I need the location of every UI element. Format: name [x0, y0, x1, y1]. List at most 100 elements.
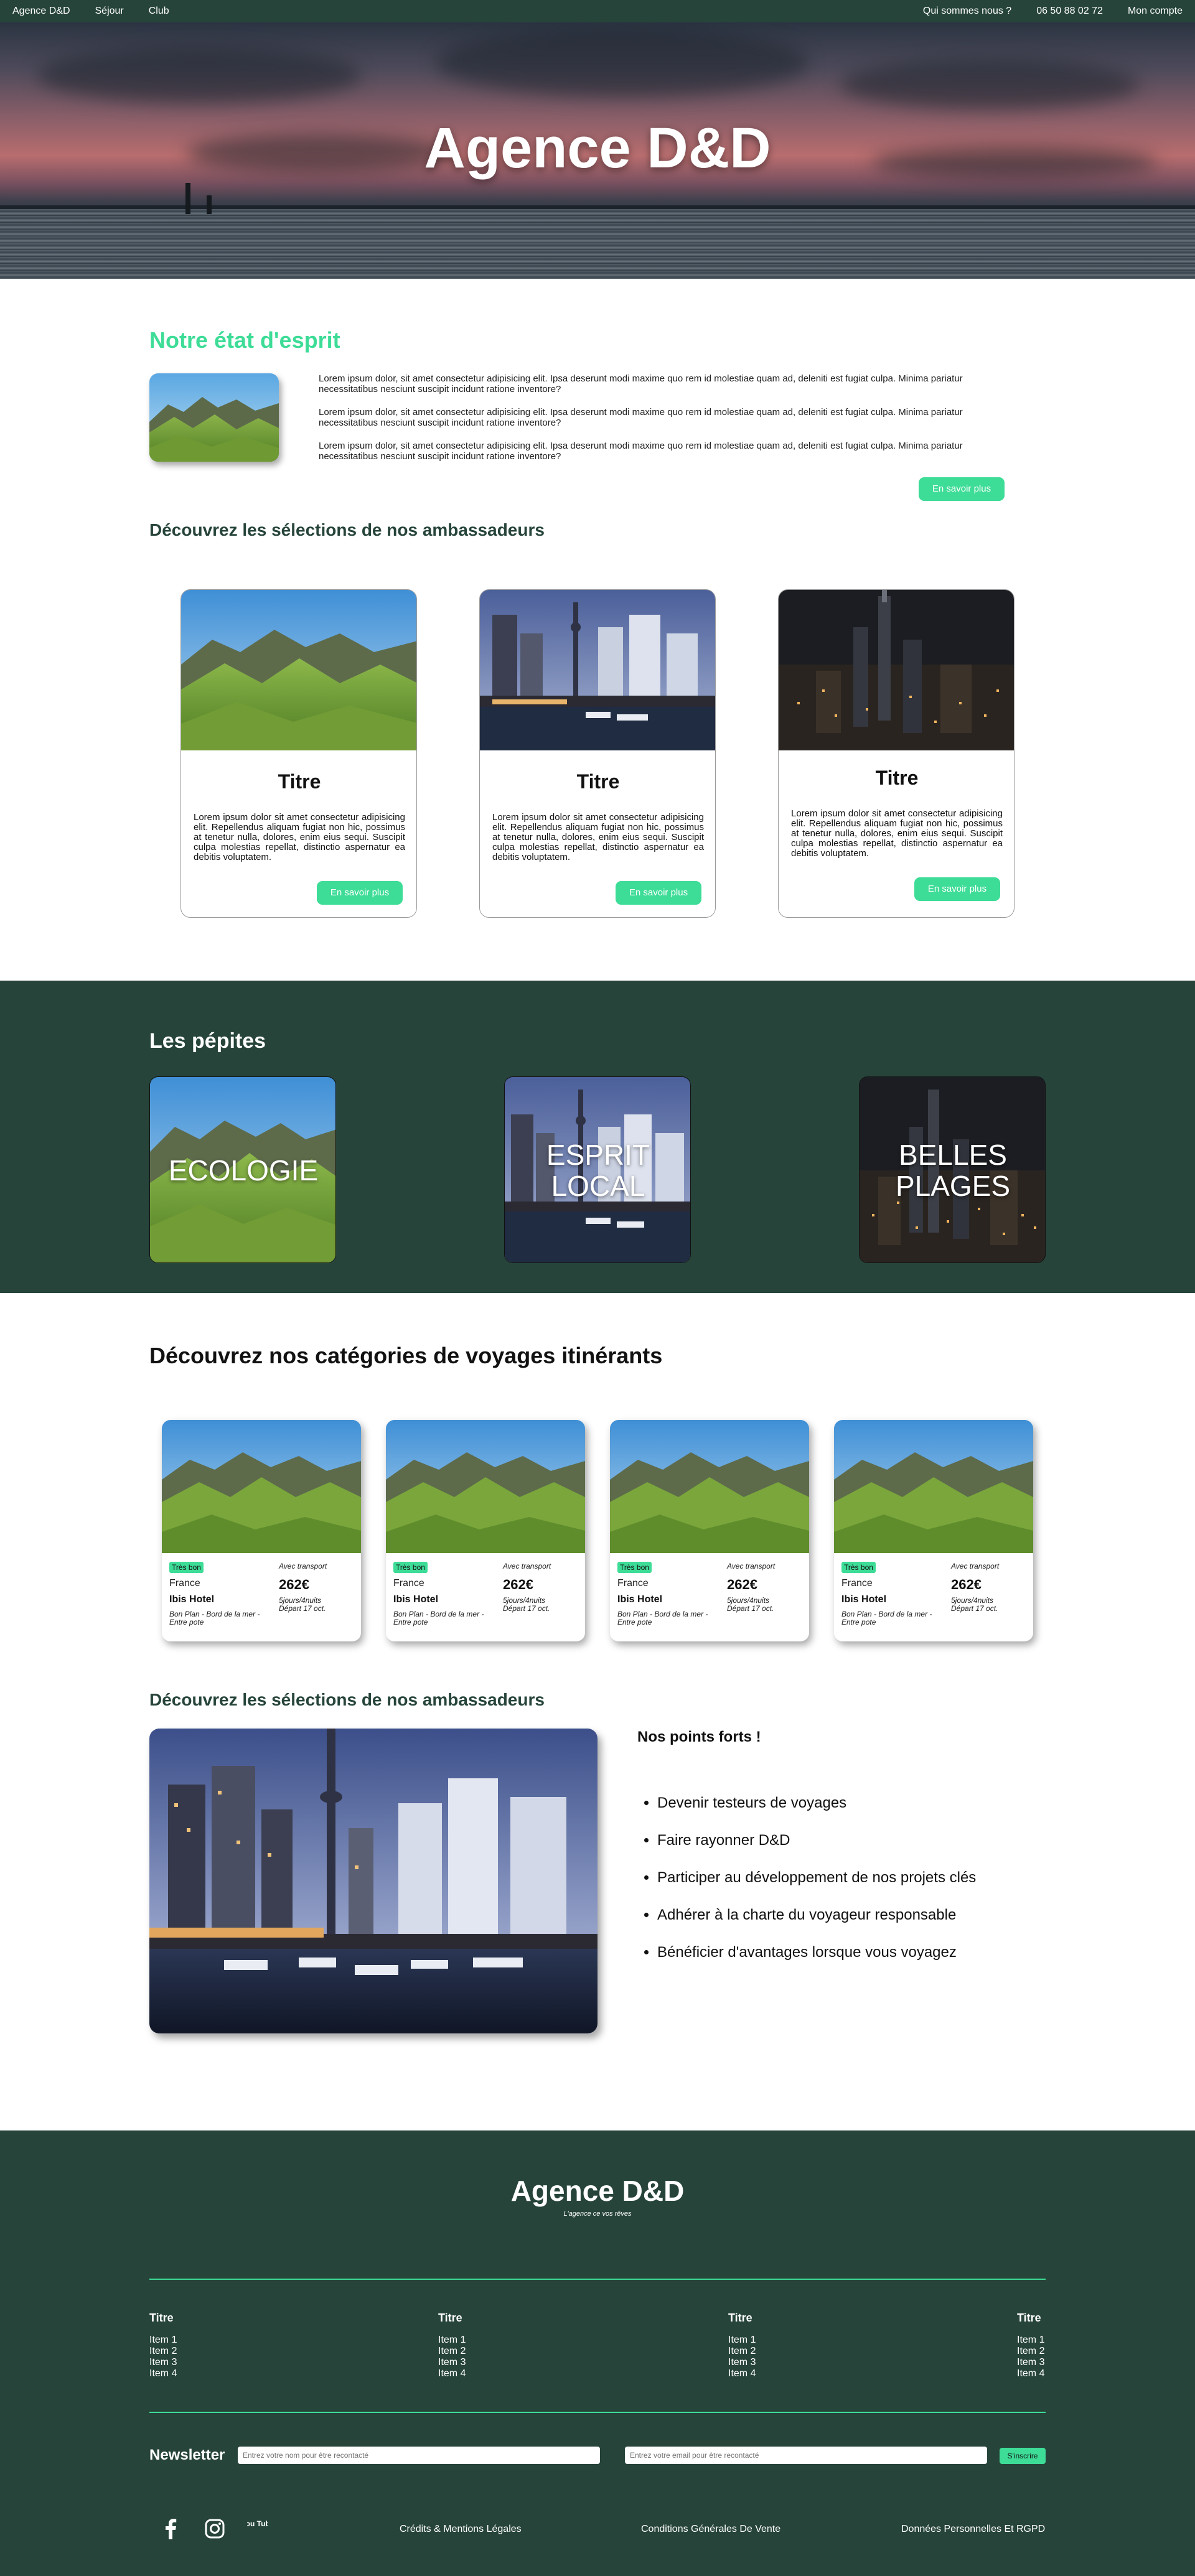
- rating-badge: Très bon: [393, 1562, 428, 1573]
- footer-link[interactable]: Item 3: [1017, 2357, 1044, 2368]
- facebook-icon[interactable]: [158, 2516, 183, 2541]
- footer-link[interactable]: Item 1: [149, 2335, 177, 2346]
- footer-column: Titre Item 1 Item 2 Item 3 Item 4: [728, 2312, 756, 2379]
- nav-link-home[interactable]: Agence D&D: [12, 6, 70, 17]
- pepite-label: ECOLOGIE: [168, 1154, 319, 1187]
- instagram-glyph: [205, 2519, 225, 2539]
- duration-info: 5jours/4nuits Départ 17 oct.: [279, 1597, 354, 1613]
- pepites-title: Les pépites: [149, 1029, 266, 1053]
- nav-left: Agence D&D Séjour Club: [12, 0, 169, 22]
- transport-label: Avec transport: [503, 1562, 551, 1570]
- city-marina-image: [149, 1729, 598, 2033]
- country-label: France: [169, 1578, 200, 1589]
- rating-badge: Très bon: [169, 1562, 204, 1573]
- instagram-icon[interactable]: [202, 2516, 227, 2541]
- esprit-more-button[interactable]: En savoir plus: [919, 477, 1005, 501]
- nav-link-club[interactable]: Club: [149, 6, 169, 17]
- points-item: Adhérer à la charte du voyageur responsa…: [657, 1906, 976, 1944]
- nav-link-about[interactable]: Qui sommes nous ?: [923, 6, 1011, 17]
- price-label: 262€: [503, 1577, 533, 1592]
- card-text: Lorem ipsum dolor sit amet consectetur a…: [492, 812, 704, 862]
- hero-banner: Agence D&D: [0, 22, 1195, 279]
- footer-link[interactable]: Item 4: [438, 2368, 466, 2379]
- ambassador-card: Titre Lorem ipsum dolor sit amet consect…: [479, 589, 716, 918]
- duration-info: 5jours/4nuits Départ 17 oct.: [503, 1597, 578, 1613]
- depart-label: Départ 17 oct.: [279, 1604, 326, 1613]
- footer-link[interactable]: Item 1: [1017, 2335, 1044, 2346]
- footer-link[interactable]: Item 1: [728, 2335, 756, 2346]
- footer-link[interactable]: Item 2: [438, 2346, 466, 2357]
- price-label: 262€: [727, 1577, 757, 1592]
- plan-tags: Bon Plan - Bord de la mer - Entre pote: [841, 1610, 932, 1626]
- points-section-title: Découvrez les sélections de nos ambassad…: [149, 1690, 545, 1709]
- pepites-section: Les pépites ECOLOGIE ESPRIT LOCAL BELLES…: [0, 981, 1195, 1293]
- nav-phone[interactable]: 06 50 88 02 72: [1036, 6, 1103, 17]
- category-card[interactable]: Très bon Avec transport France 262€ Ibis…: [386, 1420, 585, 1641]
- card-text: Lorem ipsum dolor sit amet consectetur a…: [194, 812, 405, 862]
- card-more-button[interactable]: En savoir plus: [914, 877, 1000, 901]
- facebook-glyph: [166, 2519, 177, 2539]
- categories-title: Découvrez nos catégories de voyages itin…: [149, 1343, 663, 1368]
- youtube-icon[interactable]: You Tube: [245, 2516, 270, 2541]
- points-item: Participer au développement de nos proje…: [657, 1869, 976, 1906]
- category-card[interactable]: Très bon Avec transport France 262€ Ibis…: [610, 1420, 809, 1641]
- footer-cgv-link[interactable]: Conditions Générales De Vente: [641, 2524, 780, 2535]
- hills-image: [610, 1420, 809, 1553]
- footer-link[interactable]: Item 3: [438, 2357, 466, 2368]
- hotel-name: Ibis Hotel: [617, 1594, 663, 1605]
- footer-rgpd-link[interactable]: Données Personnelles Et RGPD: [901, 2524, 1045, 2535]
- newsletter-name-input[interactable]: [238, 2447, 600, 2464]
- points-image: [149, 1729, 598, 2033]
- hero-post: [207, 195, 212, 214]
- footer-column-title: Titre: [728, 2312, 752, 2324]
- footer-column: Titre Item 1 Item 2 Item 3 Item 4: [1017, 2312, 1044, 2379]
- pepite-tile-belles-plages[interactable]: BELLES PLAGES: [859, 1076, 1046, 1263]
- hills-image: [162, 1420, 361, 1553]
- footer-link[interactable]: Item 2: [728, 2346, 756, 2357]
- nav-link-sejour[interactable]: Séjour: [95, 6, 124, 17]
- card-more-button[interactable]: En savoir plus: [616, 881, 701, 905]
- footer-divider: [149, 2279, 1046, 2280]
- card-title: Titre: [576, 770, 620, 793]
- esprit-image: [149, 373, 279, 462]
- ambassador-card: Titre Lorem ipsum dolor sit amet consect…: [778, 589, 1015, 918]
- hero-cloud: [37, 47, 361, 103]
- transport-label: Avec transport: [279, 1562, 327, 1570]
- footer-column: Titre Item 1 Item 2 Item 3 Item 4: [149, 2312, 177, 2379]
- footer-link[interactable]: Item 4: [728, 2368, 756, 2379]
- points-item: Devenir testeurs de voyages: [657, 1794, 976, 1832]
- rating-badge: Très bon: [617, 1562, 652, 1573]
- category-card[interactable]: Très bon Avec transport France 262€ Ibis…: [162, 1420, 361, 1641]
- category-card[interactable]: Très bon Avec transport France 262€ Ibis…: [834, 1420, 1033, 1641]
- footer-legal-link[interactable]: Crédits & Mentions Légales: [400, 2524, 522, 2535]
- footer-divider: [149, 2412, 1046, 2413]
- footer-link[interactable]: Item 3: [149, 2357, 177, 2368]
- nav-link-account[interactable]: Mon compte: [1128, 6, 1183, 17]
- footer-link[interactable]: Item 3: [728, 2357, 756, 2368]
- newsletter-email-input[interactable]: [625, 2447, 987, 2464]
- newsletter-subscribe-button[interactable]: S'inscrire: [1000, 2448, 1046, 2464]
- hero-cloud: [436, 29, 809, 97]
- rating-badge: Très bon: [841, 1562, 876, 1573]
- esprit-paragraph: Lorem ipsum dolor, sit amet consectetur …: [319, 441, 963, 462]
- footer-brand: Agence D&D: [510, 2175, 685, 2207]
- card-more-button[interactable]: En savoir plus: [317, 881, 403, 905]
- footer-link[interactable]: Item 1: [438, 2335, 466, 2346]
- points-item: Faire rayonner D&D: [657, 1832, 976, 1869]
- hills-image: [181, 590, 416, 750]
- newsletter-label: Newsletter: [149, 2447, 225, 2463]
- hills-image: [834, 1420, 1033, 1553]
- esprit-paragraph: Lorem ipsum dolor, sit amet consectetur …: [319, 373, 963, 394]
- price-label: 262€: [951, 1577, 982, 1592]
- footer-column-title: Titre: [438, 2312, 462, 2324]
- top-nav: Agence D&D Séjour Club Qui sommes nous ?…: [0, 0, 1195, 22]
- card-image: [779, 590, 1014, 750]
- footer-link[interactable]: Item 2: [149, 2346, 177, 2357]
- footer-link[interactable]: Item 4: [1017, 2368, 1044, 2379]
- pepite-tile-esprit-local[interactable]: ESPRIT LOCAL: [504, 1076, 691, 1263]
- footer-link[interactable]: Item 2: [1017, 2346, 1044, 2357]
- price-label: 262€: [279, 1577, 309, 1592]
- pepite-tile-ecologie[interactable]: ECOLOGIE: [149, 1076, 336, 1263]
- footer-link[interactable]: Item 4: [149, 2368, 177, 2379]
- points-heading: Nos points forts !: [637, 1729, 761, 1745]
